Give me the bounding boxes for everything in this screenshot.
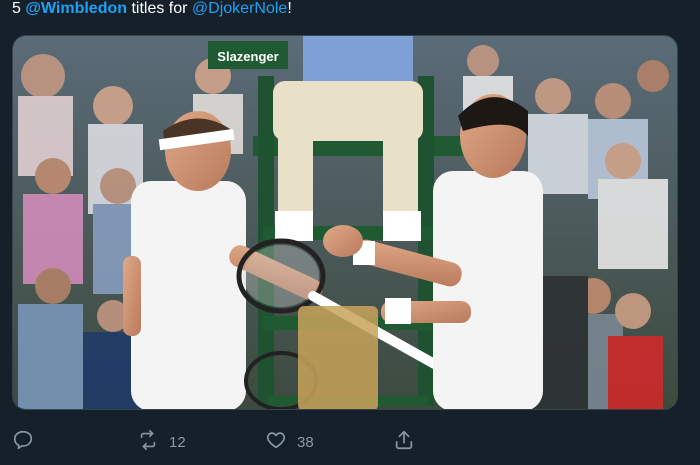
handshake <box>323 225 363 257</box>
reply-button[interactable] <box>12 430 34 454</box>
like-count: 38 <box>297 433 314 451</box>
share-icon <box>393 429 415 455</box>
tweet-actions: 12 38 <box>0 420 700 465</box>
photo-illustration: Slazenger <box>13 36 677 409</box>
heart-icon <box>265 429 287 455</box>
net-post <box>298 306 378 409</box>
tweet-text-prefix: 5 <box>12 0 26 17</box>
retweet-button[interactable]: 12 <box>137 430 186 454</box>
tweet-text-middle: titles for <box>127 0 192 17</box>
retweet-icon <box>137 429 159 455</box>
reply-icon <box>12 429 34 455</box>
like-button[interactable]: 38 <box>265 430 314 454</box>
share-button[interactable] <box>393 430 415 454</box>
mention-djokernole[interactable]: @DjokerNole <box>192 0 287 17</box>
chair-sign-text: Slazenger <box>217 49 278 64</box>
tweet-photo[interactable]: Slazenger <box>12 35 678 410</box>
tweet-text-suffix: ! <box>287 0 292 17</box>
retweet-count: 12 <box>169 433 186 451</box>
mention-wimbledon[interactable]: @Wimbledon <box>25 0 127 17</box>
tweet-text: 5 @Wimbledon titles for @DjokerNole! <box>12 0 688 22</box>
